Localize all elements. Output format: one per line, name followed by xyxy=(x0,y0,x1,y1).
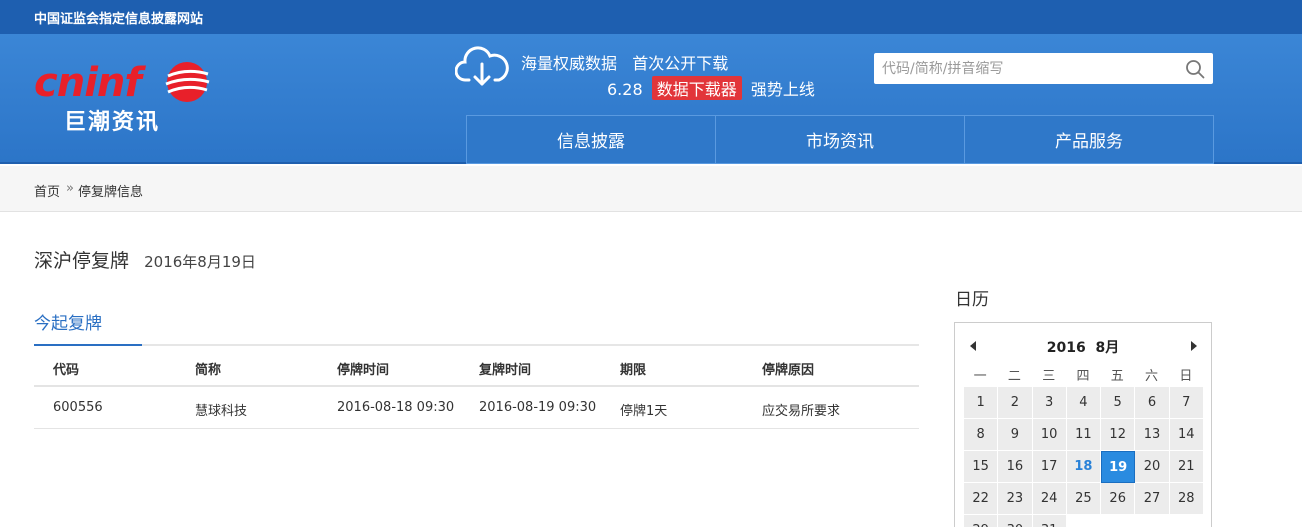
cell-duration: 停牌1天 xyxy=(620,404,668,419)
page-date: 2016年8月19日 xyxy=(144,253,256,271)
main-nav: 信息披露 市场资讯 产品服务 xyxy=(466,115,1214,164)
calendar-empty-cell xyxy=(1135,515,1170,527)
search-input[interactable] xyxy=(874,53,1174,84)
breadcrumb-current: 停复牌信息 xyxy=(78,185,144,200)
tab-resume-today[interactable]: 今起复牌 xyxy=(34,305,142,346)
calendar-week-row: 22 23 24 25 26 27 28 xyxy=(964,483,1204,515)
calendar-day[interactable]: 12 xyxy=(1101,419,1136,451)
calendar-day[interactable]: 7 xyxy=(1169,387,1204,419)
table-header: 代码 简称 停牌时间 复牌时间 期限 停牌原因 xyxy=(34,346,919,387)
cell-name[interactable]: 慧球科技 xyxy=(195,400,247,419)
calendar-week-row: 15 16 17 18 19 20 21 xyxy=(964,451,1204,483)
search-icon[interactable] xyxy=(1185,59,1205,79)
page-title: 深沪停复牌 2016年8月19日 xyxy=(34,246,256,273)
tab-bar: 今起复牌 xyxy=(34,305,919,346)
calendar-day[interactable]: 11 xyxy=(1066,419,1102,451)
promo-line-2: 6.28 数据下载器 强势上线 xyxy=(607,76,815,100)
calendar-empty-cell xyxy=(1067,515,1102,527)
calendar-day[interactable]: 3 xyxy=(1032,387,1067,419)
calendar-empty-cell xyxy=(1101,515,1136,527)
logo-wordmark: cninf xyxy=(34,60,142,106)
weekday-label: 六 xyxy=(1145,369,1159,384)
logo-chinese: 巨潮资讯 xyxy=(64,110,161,135)
header: cninf 巨潮资讯 海量权威数据 首次公开下载 6.28 数据下载器 强势上线 xyxy=(0,34,1302,164)
calendar-weekdays: 一二三四五六日 xyxy=(963,365,1203,385)
calendar-day[interactable]: 21 xyxy=(1169,451,1204,483)
weekday-label: 四 xyxy=(1076,369,1090,384)
cloud-download-icon xyxy=(455,46,509,86)
weekday-label: 日 xyxy=(1179,369,1193,384)
calendar-day[interactable]: 26 xyxy=(1101,483,1136,515)
calendar-month-label: 2016 8月 xyxy=(1046,340,1120,356)
cell-suspend-time: 2016-08-18 09:30 xyxy=(337,400,455,415)
calendar-day[interactable]: 25 xyxy=(1066,483,1102,515)
calendar-day[interactable]: 29 xyxy=(964,515,999,527)
calendar-empty-cell xyxy=(1170,515,1204,527)
nav-item-market-info[interactable]: 市场资讯 xyxy=(715,115,964,164)
cninfo-logo[interactable]: cninf 巨潮资讯 xyxy=(34,56,214,136)
calendar-day[interactable]: 22 xyxy=(964,483,999,515)
calendar-day[interactable]: 8 xyxy=(964,419,999,451)
col-header-resume-time: 复牌时间 xyxy=(479,363,532,378)
cell-reason: 应交易所要求 xyxy=(762,404,841,419)
col-header-suspend-time: 停牌时间 xyxy=(337,363,390,378)
table-row: 600556 慧球科技 2016-08-18 09:30 2016-08-19 … xyxy=(34,387,919,429)
calendar-day[interactable]: 15 xyxy=(964,451,999,483)
calendar: 2016 8月 一二三四五六日 1 2 3 4 5 6 7 8 9 10 11 12 13 14 15 16 1… xyxy=(954,322,1212,527)
calendar-day[interactable]: 13 xyxy=(1135,419,1170,451)
search-box xyxy=(874,53,1213,84)
calendar-week-row: 1234567 xyxy=(964,387,1204,419)
calendar-day[interactable]: 28 xyxy=(1169,483,1204,515)
calendar-day[interactable]: 1 xyxy=(964,387,999,419)
suspension-table: 代码 简称 停牌时间 复牌时间 期限 停牌原因 600556 慧球科技 2016… xyxy=(34,346,919,429)
calendar-day[interactable]: 19 xyxy=(1101,451,1136,483)
nav-item-disclosure[interactable]: 信息披露 xyxy=(466,115,715,164)
calendar-day[interactable]: 20 xyxy=(1135,451,1170,483)
download-promo[interactable]: 海量权威数据 首次公开下载 6.28 数据下载器 强势上线 xyxy=(455,42,855,102)
calendar-day[interactable]: 10 xyxy=(1032,419,1067,451)
weekday-label: 三 xyxy=(1042,369,1056,384)
calendar-day[interactable]: 16 xyxy=(998,451,1033,483)
downloader-badge[interactable]: 数据下载器 xyxy=(651,76,742,100)
calendar-week-row: 8 9 10 11 12 13 14 xyxy=(964,419,1204,451)
weekday-label: 五 xyxy=(1110,369,1124,384)
promo-suffix: 强势上线 xyxy=(750,80,815,99)
calendar-day[interactable]: 14 xyxy=(1169,419,1204,451)
calendar-day[interactable]: 5 xyxy=(1101,387,1136,419)
calendar-day[interactable]: 31 xyxy=(1032,515,1067,527)
cell-code[interactable]: 600556 xyxy=(53,400,103,415)
logo-globe-icon xyxy=(165,62,210,102)
promo-line-1: 海量权威数据 首次公开下载 xyxy=(521,54,729,73)
calendar-day[interactable]: 9 xyxy=(998,419,1033,451)
calendar-day[interactable]: 2 xyxy=(998,387,1033,419)
nav-item-products[interactable]: 产品服务 xyxy=(964,115,1214,164)
breadcrumb-home[interactable]: 首页 xyxy=(34,181,60,200)
calendar-day[interactable]: 27 xyxy=(1135,483,1170,515)
col-header-reason: 停牌原因 xyxy=(762,363,815,378)
calendar-day[interactable]: 23 xyxy=(998,483,1033,515)
site-slogan: 中国证监会指定信息披露网站 xyxy=(34,12,204,27)
calendar-grid: 1 2 3 4 5 6 7 8 9 10 11 12 13 14 15 16 17 18 19 20 21 22 23 24 2… xyxy=(964,387,1204,527)
weekday-label: 二 xyxy=(1007,369,1021,384)
calendar-header: 2016 8月 xyxy=(955,335,1211,356)
next-month-icon[interactable] xyxy=(1191,341,1197,351)
calendar-week-row: 293031 xyxy=(964,515,1204,527)
calendar-title: 日历 xyxy=(955,290,989,310)
cell-resume-time: 2016-08-19 09:30 xyxy=(479,400,597,415)
page-title-text: 深沪停复牌 xyxy=(34,250,130,272)
col-header-name: 简称 xyxy=(195,363,222,378)
weekday-label: 一 xyxy=(973,369,987,384)
calendar-day[interactable]: 30 xyxy=(998,515,1033,527)
calendar-day[interactable]: 17 xyxy=(1032,451,1067,483)
top-strip: 中国证监会指定信息披露网站 xyxy=(0,0,1302,34)
col-header-duration: 期限 xyxy=(620,363,647,378)
col-header-code: 代码 xyxy=(53,363,80,378)
calendar-day[interactable]: 18 xyxy=(1066,451,1102,483)
calendar-day[interactable]: 6 xyxy=(1135,387,1170,419)
breadcrumb: 首页 » 停复牌信息 xyxy=(0,166,1302,212)
breadcrumb-separator: » xyxy=(66,181,74,196)
calendar-day[interactable]: 24 xyxy=(1032,483,1067,515)
calendar-day[interactable]: 4 xyxy=(1066,387,1102,419)
promo-date: 6.28 xyxy=(607,80,643,99)
